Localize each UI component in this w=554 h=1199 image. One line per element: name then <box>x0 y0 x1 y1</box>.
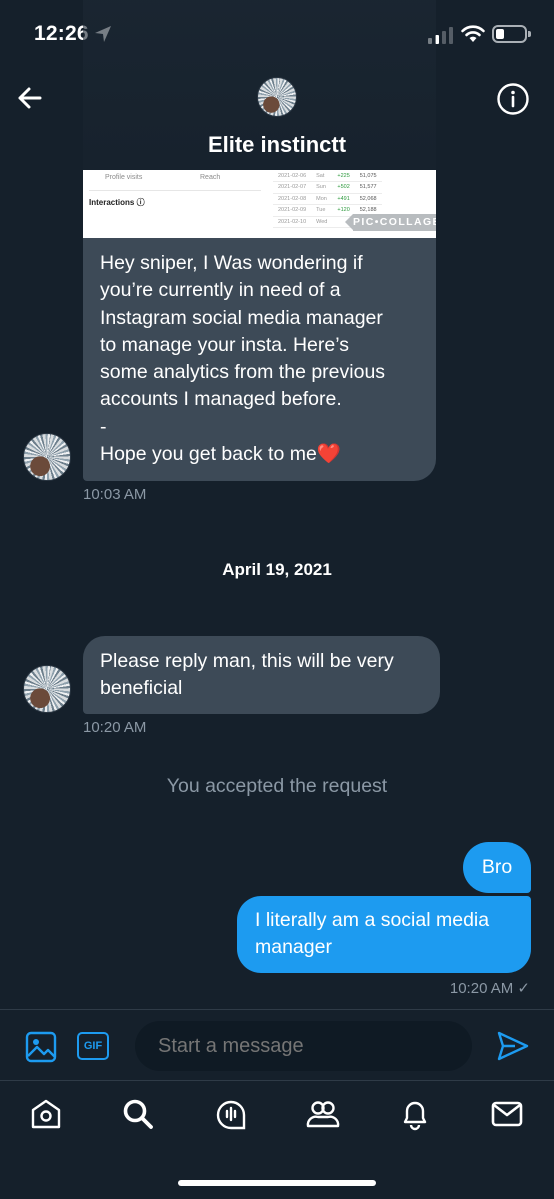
message-input[interactable] <box>135 1021 472 1071</box>
table-cell: Mon <box>311 193 333 205</box>
table-cell: 2021-02-09 <box>273 204 312 217</box>
table-cell: 51,577 <box>354 181 382 194</box>
date-separator: April 19, 2021 <box>222 560 332 579</box>
incoming-message-bubble[interactable]: Please reply man, this will be very bene… <box>83 636 440 714</box>
media-label-profile-visits: Profile visits <box>105 174 143 181</box>
status-time: 12:26 <box>34 22 89 45</box>
table-cell: 2021-02-08 <box>273 193 312 205</box>
table-cell: Tue <box>311 204 333 217</box>
table-row: 2021-02-06 Sat +225 51,075 <box>273 170 382 182</box>
table-cell: Sun <box>311 181 333 194</box>
home-indicator[interactable] <box>178 1180 376 1186</box>
message-line: some analytics from the previous <box>100 361 386 384</box>
table-cell: 51,075 <box>354 170 382 182</box>
table-row: 2021-02-07 Sun +502 51,577 <box>273 181 382 194</box>
table-cell: Sat <box>311 170 333 182</box>
outgoing-message-bubble[interactable]: I literally am a social media manager <box>237 896 531 973</box>
image-icon[interactable] <box>25 1031 57 1063</box>
message-line: Please reply man, this will be very <box>100 650 394 672</box>
message-line: Hope you get back to me❤️ <box>100 443 342 466</box>
messages-icon[interactable] <box>490 1097 524 1131</box>
piccollage-watermark: PIC•COLLAGE <box>345 214 436 231</box>
message-line: I literally am a social media <box>255 909 490 931</box>
request-accepted-notice: You accepted the request <box>166 775 388 797</box>
media-divider <box>89 190 261 191</box>
media-label-interactions: Interactions ⓘ <box>89 198 145 207</box>
incoming-message-bubble[interactable]: Hey sniper, I Was wondering if you’re cu… <box>83 238 436 481</box>
message-text: Bro <box>481 856 513 878</box>
table-cell: 52,068 <box>354 193 382 205</box>
message-timestamp-seen: 10:20 AM ✓ <box>449 980 530 997</box>
table-cell: +491 <box>332 193 355 205</box>
wifi-icon <box>461 25 485 42</box>
message-timestamp: 10:20 AM <box>83 719 147 736</box>
table-cell: 2021-02-06 <box>273 170 312 182</box>
home-icon[interactable] <box>29 1097 63 1131</box>
message-line: manager <box>255 936 332 959</box>
table-cell: 2021-02-07 <box>273 181 312 194</box>
search-icon[interactable] <box>121 1097 155 1131</box>
conversation-avatar[interactable] <box>257 77 297 117</box>
message-line: - <box>100 415 107 438</box>
communities-icon[interactable] <box>306 1097 340 1131</box>
message-line: to manage your insta. Here’s <box>100 333 349 356</box>
message-timestamp: 10:03 AM <box>83 486 147 503</box>
outgoing-message-bubble[interactable]: Bro <box>463 842 531 893</box>
message-line: Instagram social media manager <box>100 306 383 329</box>
shared-image[interactable]: Profile visits Reach Interactions ⓘ 2021… <box>83 170 436 238</box>
message-line: Hey sniper, I Was wondering if <box>100 252 363 274</box>
battery-icon <box>492 25 531 43</box>
table-cell: Wed <box>311 216 333 228</box>
media-label-reach: Reach <box>200 174 221 181</box>
spaces-icon[interactable] <box>214 1097 248 1131</box>
conversation-title[interactable]: Elite instinctt <box>0 132 554 158</box>
message-line: you’re currently in need of a <box>100 279 341 302</box>
sender-avatar[interactable] <box>23 433 71 481</box>
sender-avatar[interactable] <box>23 665 71 713</box>
message-line: accounts I managed before. <box>100 388 342 411</box>
table-cell: +502 <box>332 181 355 194</box>
table-cell: 2021-02-10 <box>273 216 312 228</box>
notifications-icon[interactable] <box>398 1097 432 1131</box>
table-row: 2021-02-08 Mon +491 52,068 <box>273 193 382 205</box>
compose-divider <box>0 1009 554 1010</box>
back-arrow-icon[interactable] <box>12 80 48 116</box>
message-line: beneficial <box>100 677 183 700</box>
nav-divider <box>0 1080 554 1081</box>
info-icon[interactable] <box>496 82 530 116</box>
gif-button[interactable]: GIF <box>77 1032 109 1060</box>
send-icon[interactable] <box>496 1030 530 1062</box>
table-cell: +225 <box>332 170 355 182</box>
